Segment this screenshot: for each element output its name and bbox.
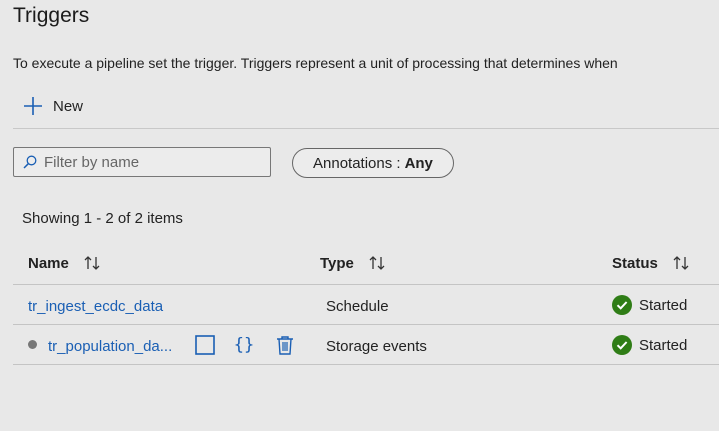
code-braces-icon[interactable]: {} — [233, 334, 255, 356]
check-circle-icon — [612, 295, 632, 315]
trash-icon[interactable] — [274, 334, 296, 356]
trigger-name-link[interactable]: tr_population_da... — [48, 338, 172, 355]
annotations-label: Annotations : — [313, 154, 401, 172]
search-icon — [23, 155, 37, 169]
sort-arrows-icon[interactable] — [368, 254, 386, 272]
page-description: To execute a pipeline set the trigger. T… — [13, 55, 618, 71]
plus-icon — [24, 97, 42, 115]
column-header-type-label: Type — [320, 254, 354, 272]
filter-input[interactable] — [44, 148, 264, 176]
unsaved-indicator-dot — [28, 340, 37, 349]
row-divider — [13, 364, 719, 365]
new-trigger-button[interactable]: New — [23, 96, 83, 116]
trigger-name-link[interactable]: tr_ingest_ecdc_data — [28, 298, 163, 315]
trigger-status: Started — [612, 335, 687, 355]
row-divider — [13, 324, 719, 325]
page-title: Triggers — [13, 4, 90, 27]
column-header-name[interactable]: Name — [28, 254, 101, 272]
check-circle-icon — [612, 335, 632, 355]
filter-box — [13, 147, 271, 177]
trigger-status-label: Started — [639, 296, 688, 314]
toolbar: New — [13, 92, 719, 129]
items-summary: Showing 1 - 2 of 2 items — [22, 210, 183, 227]
trigger-type: Schedule — [326, 298, 389, 315]
sort-arrows-icon[interactable] — [672, 254, 690, 272]
trigger-type: Storage events — [326, 338, 427, 355]
header-divider — [13, 284, 719, 285]
annotations-value: Any — [404, 154, 433, 172]
column-header-status-label: Status — [612, 254, 658, 272]
trigger-status: Started — [612, 295, 687, 315]
column-header-status[interactable]: Status — [612, 254, 690, 272]
checkbox-icon[interactable] — [194, 334, 216, 356]
new-button-label: New — [53, 97, 84, 115]
trigger-status-label: Started — [639, 336, 688, 354]
column-header-type[interactable]: Type — [320, 254, 386, 272]
annotations-filter-button[interactable]: Annotations : Any — [292, 148, 454, 178]
column-header-name-label: Name — [28, 254, 69, 272]
sort-arrows-icon[interactable] — [83, 254, 101, 272]
